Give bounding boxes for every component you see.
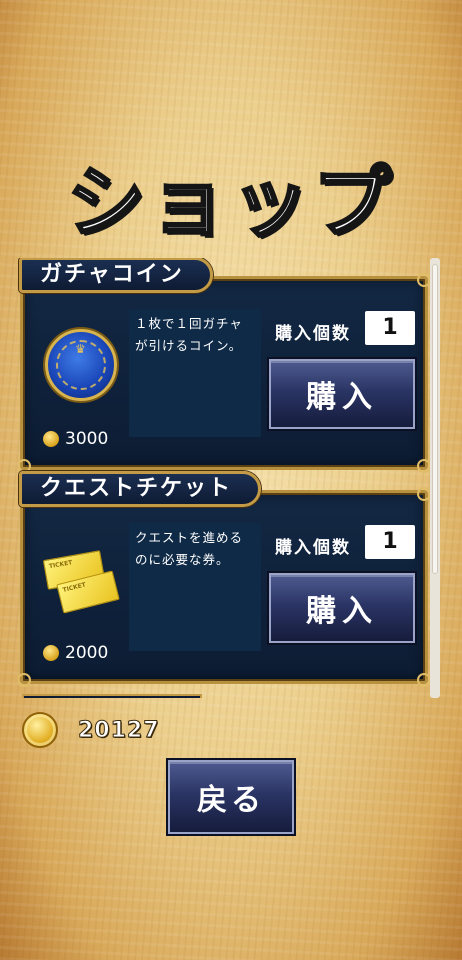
quest-ticket-icon: TICKET TICKET — [41, 550, 121, 621]
price-value: 2000 — [65, 643, 109, 663]
page-title: ショップ — [65, 157, 395, 250]
back-button[interactable]: 戻る — [168, 760, 294, 834]
gold-coin-icon — [43, 645, 59, 661]
wallet-balance: 20127 — [22, 712, 160, 748]
gold-coin-icon — [22, 712, 58, 748]
quantity-label: 購入個数 — [275, 324, 351, 344]
ornament-icon — [18, 673, 31, 687]
item-price: 3000 — [43, 429, 108, 449]
shop-item-list[interactable]: ガチャコイン ♛ 3000 １枚で１回ガチャが引けるコイン。 購入個数 1 購入… — [18, 258, 442, 698]
item-description: クエストを進めるのに必要な券。 — [129, 523, 261, 651]
buy-button[interactable]: 購入 — [269, 359, 415, 429]
item-price: 2000 — [43, 643, 108, 663]
shop-item-card: クエストチケット TICKET TICKET 2000 クエストを進めるのに必要… — [18, 471, 431, 687]
ornament-icon — [417, 673, 431, 687]
gold-coin-icon — [43, 431, 59, 447]
next-item-banner-peek — [22, 694, 202, 698]
quantity-label: 購入個数 — [275, 538, 351, 558]
scrollbar-thumb[interactable] — [432, 264, 438, 574]
wallet-amount: 20127 — [78, 717, 160, 743]
buy-button[interactable]: 購入 — [269, 573, 415, 643]
shop-item-card: ガチャコイン ♛ 3000 １枚で１回ガチャが引けるコイン。 購入個数 1 購入 — [18, 258, 431, 473]
item-name-banner: ガチャコイン — [19, 258, 213, 293]
quantity-input[interactable]: 1 — [365, 525, 415, 559]
gacha-coin-medal-icon: ♛ — [45, 329, 117, 401]
item-description: １枚で１回ガチャが引けるコイン。 — [129, 309, 261, 437]
item-name-banner: クエストチケット — [19, 471, 262, 507]
ornament-icon — [417, 459, 431, 473]
ornament-icon — [417, 273, 431, 287]
quantity-input[interactable]: 1 — [365, 311, 415, 345]
ornament-icon — [417, 487, 431, 501]
list-scrollbar[interactable] — [430, 258, 440, 698]
price-value: 3000 — [65, 429, 109, 449]
